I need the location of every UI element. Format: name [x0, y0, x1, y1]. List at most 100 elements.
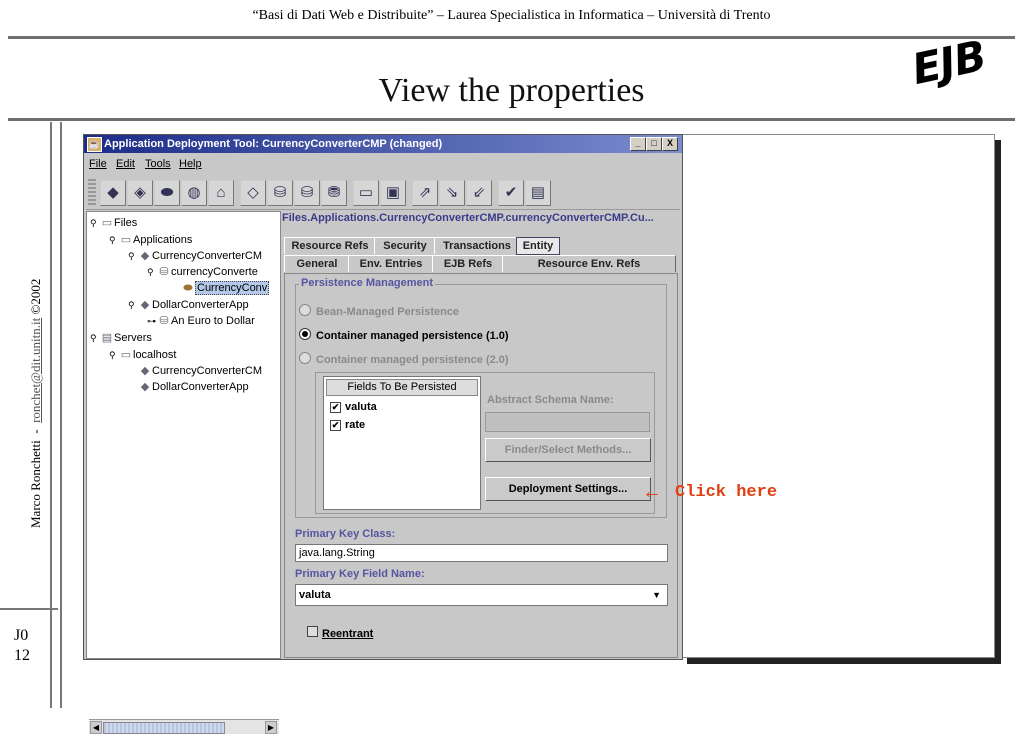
new-module-icon[interactable]: ◈: [127, 180, 153, 206]
expand-icon[interactable]: ⚲: [90, 331, 100, 346]
folder-icon: ▭: [120, 234, 132, 246]
application-icon: ◆: [140, 299, 150, 311]
radio-cmp-2-0[interactable]: Container managed persistence (2.0): [299, 352, 509, 366]
new-web-component-icon[interactable]: ◍: [181, 180, 207, 206]
finder-select-methods-button[interactable]: Finder/Select Methods...: [485, 438, 651, 462]
slide-code: J0 12: [14, 626, 30, 666]
servers-icon: ▤: [101, 332, 113, 344]
tab-security[interactable]: Security: [374, 237, 436, 254]
tree-node-servers[interactable]: ⚲ ▤ Servers: [90, 331, 152, 346]
add-component-icon[interactable]: ◇: [240, 180, 266, 206]
tree-node-files[interactable]: ⚲ ▭ Files: [90, 216, 137, 231]
open-icon[interactable]: ▭: [353, 180, 379, 206]
left-arrow-icon: ←: [642, 481, 662, 503]
verify-icon[interactable]: ✔: [498, 180, 524, 206]
tree-node-applications[interactable]: ⚲ ▭ Applications: [109, 233, 192, 248]
minimize-button[interactable]: _: [630, 137, 646, 151]
tree-node-jar2[interactable]: ⊶ ⛁ An Euro to Dollar: [147, 314, 255, 329]
radio-on-icon: [299, 328, 311, 340]
menu-edit[interactable]: Edit: [116, 158, 135, 170]
entity-panel: Persistence Management Bean-Managed Pers…: [284, 273, 678, 658]
checkbox-unchecked-icon[interactable]: [307, 626, 318, 637]
add-war-icon[interactable]: ⛁: [294, 180, 320, 206]
scroll-right-icon[interactable]: ▶: [265, 721, 277, 734]
expand-icon[interactable]: ⚲: [147, 265, 157, 280]
radio-cmp-1-0[interactable]: Container managed persistence (1.0): [299, 328, 509, 342]
tree-node-app1[interactable]: ⚲ ◆ CurrencyConverterCM: [128, 249, 262, 264]
slide-code-line1: J0: [14, 627, 29, 644]
checkbox-checked-icon[interactable]: ✔: [330, 420, 341, 431]
tree-node-jar1[interactable]: ⚲ ⛁ currencyConverte: [147, 265, 258, 280]
primary-key-class-input[interactable]: java.lang.String: [295, 544, 668, 562]
tab-entity[interactable]: Entity: [516, 237, 560, 255]
scroll-left-icon[interactable]: ◀: [90, 721, 102, 734]
checkbox-checked-icon[interactable]: ✔: [330, 402, 341, 413]
expand-icon[interactable]: ⚲: [128, 298, 138, 313]
slide-title: View the properties: [378, 72, 645, 109]
tab-ejb-refs[interactable]: EJB Refs: [432, 255, 504, 272]
collapse-icon[interactable]: ⊶: [147, 314, 157, 329]
update-icon[interactable]: ⇗: [412, 180, 438, 206]
radio-off-icon: [299, 304, 311, 316]
author-name: Marco Ronchetti: [28, 440, 43, 528]
expand-icon[interactable]: ⚲: [109, 348, 119, 363]
primary-key-field-select[interactable]: valuta ▼: [295, 584, 668, 606]
expand-icon[interactable]: ⚲: [90, 216, 100, 231]
deploy-icon[interactable]: ⇘: [439, 180, 465, 206]
properties-icon[interactable]: ▤: [525, 180, 551, 206]
author-email-link[interactable]: ronchet@dit.unitn.it: [28, 318, 43, 423]
click-here-annotation: Click here: [675, 483, 778, 502]
path-label: Files.Applications.CurrencyConverterCMP.…: [282, 212, 654, 224]
expand-icon[interactable]: ⚲: [128, 249, 138, 264]
margin-divider: [0, 608, 58, 610]
field-valuta[interactable]: ✔ valuta: [330, 401, 377, 413]
tab-transactions[interactable]: Transactions: [434, 237, 520, 254]
menu-help[interactable]: Help: [179, 158, 202, 170]
menu-file[interactable]: File: [89, 158, 107, 170]
toolbar-grip: [88, 179, 96, 205]
expand-icon[interactable]: ⚲: [109, 233, 119, 248]
field-rate[interactable]: ✔ rate: [330, 419, 365, 431]
new-client-icon[interactable]: ⌂: [208, 180, 234, 206]
scroll-thumb[interactable]: [103, 722, 225, 734]
menu-bar: File Edit Tools Help: [84, 154, 682, 174]
tree-node-localhost[interactable]: ⚲ ▭ localhost: [109, 348, 176, 363]
radio-off-icon: [299, 352, 311, 364]
tree-node-app2[interactable]: ⚲ ◆ DollarConverterApp: [128, 298, 249, 313]
add-client-jar-icon[interactable]: ⛃: [321, 180, 347, 206]
new-bean-icon[interactable]: ⬬: [154, 180, 180, 206]
navigation-tree: ⚲ ▭ Files ⚲ ▭ Applications ⚲ ◆ CurrencyConvert…: [86, 211, 281, 734]
add-ejb-jar-icon[interactable]: ⛁: [267, 180, 293, 206]
fields-header: Fields To Be Persisted: [326, 379, 478, 396]
window-title: Application Deployment Tool: CurrencyCon…: [104, 138, 443, 150]
save-icon[interactable]: ▣: [380, 180, 406, 206]
reentrant-checkbox[interactable]: Reentrant: [307, 626, 373, 640]
chevron-down-icon[interactable]: ▼: [652, 585, 661, 605]
menu-tools[interactable]: Tools: [145, 158, 171, 170]
app-icon: ☕: [87, 137, 102, 152]
new-application-icon[interactable]: ◆: [100, 180, 126, 206]
tree-node-server-app1[interactable]: ◆ CurrencyConverterCM: [138, 364, 262, 379]
deployment-settings-button[interactable]: Deployment Settings...: [485, 477, 651, 501]
margin-line: [50, 122, 52, 708]
tab-resource-env-refs[interactable]: Resource Env. Refs: [502, 255, 676, 272]
bean-icon: ⬬: [183, 282, 193, 294]
radio-bean-managed[interactable]: Bean-Managed Persistence: [299, 304, 459, 318]
tree-node-server-app2[interactable]: ◆ DollarConverterApp: [138, 380, 249, 395]
close-button[interactable]: X: [662, 137, 678, 151]
undeploy-icon[interactable]: ⇙: [466, 180, 492, 206]
maximize-button[interactable]: □: [646, 137, 662, 151]
persistence-section-title: Persistence Management: [299, 277, 436, 289]
course-header: “Basi di Dati Web e Distribuite” – Laure…: [252, 8, 771, 23]
author-credit: Marco Ronchetti - ronchet@dit.unitn.it ©…: [28, 128, 44, 528]
abstract-schema-input[interactable]: [485, 412, 650, 432]
header-divider: [8, 36, 1015, 39]
tree-node-bean1[interactable]: ⬬ CurrencyConv: [181, 281, 270, 296]
tree-horizontal-scrollbar[interactable]: ◀ ▶: [89, 719, 279, 734]
fields-table: Fields To Be Persisted ✔ valuta ✔ rate: [323, 376, 481, 510]
tab-general[interactable]: General: [284, 255, 350, 272]
tab-env-entries[interactable]: Env. Entries: [348, 255, 434, 272]
title-bar[interactable]: ☕ Application Deployment Tool: CurrencyC…: [84, 135, 682, 153]
primary-key-field-label: Primary Key Field Name:: [295, 568, 425, 580]
tab-resource-refs[interactable]: Resource Refs: [284, 237, 376, 254]
